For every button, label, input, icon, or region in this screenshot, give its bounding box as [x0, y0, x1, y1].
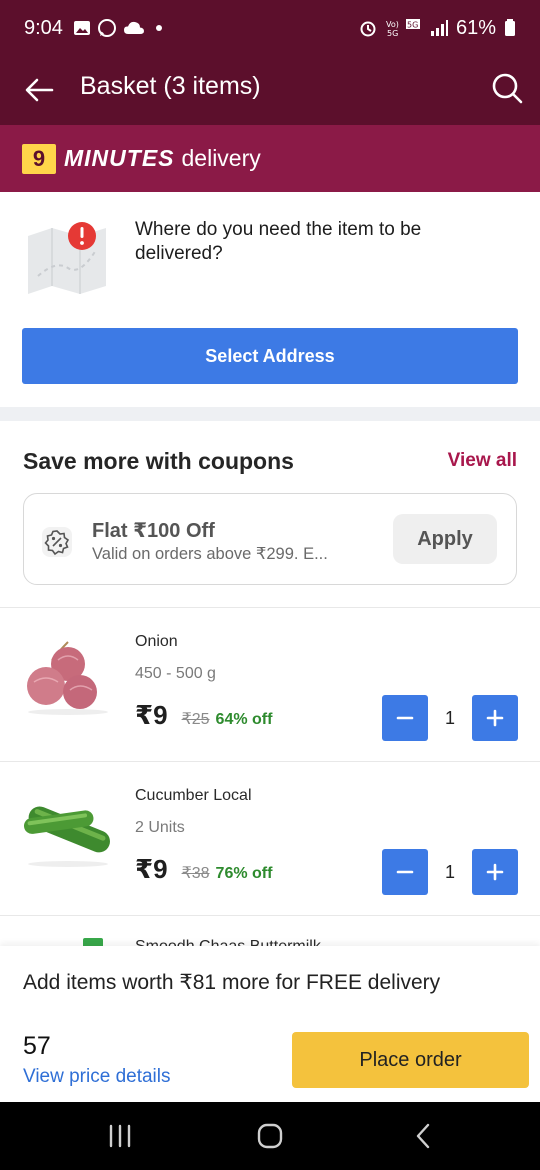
selling-price: ₹9: [135, 854, 168, 884]
svg-text:5G: 5G: [407, 21, 418, 30]
map-warning-icon: [28, 222, 106, 294]
alarm-icon: [360, 21, 376, 37]
back-arrow-icon[interactable]: [22, 73, 56, 107]
quantity-value: 1: [444, 861, 455, 882]
svg-text:Vo): Vo): [386, 20, 399, 29]
plus-icon: [486, 709, 504, 727]
decrease-quantity-button[interactable]: [382, 849, 428, 895]
gallery-icon: [73, 21, 90, 35]
buttermilk-image: [83, 938, 103, 946]
address-question: Where do you need the item to be deliver…: [135, 219, 422, 264]
minutes-badge: 9: [22, 143, 56, 174]
dot-icon: [155, 25, 162, 31]
delivery-word: delivery: [181, 145, 261, 171]
mrp-price: ₹38: [181, 865, 210, 882]
discount-label: 64% off: [215, 711, 273, 728]
coupon-subtitle: Valid on orders above ₹299. E...: [92, 545, 328, 563]
cloud-icon: [123, 21, 144, 34]
product-size: 450 - 500 g: [135, 665, 216, 682]
mrp-price: ₹25: [181, 711, 210, 728]
quantity-value: 1: [444, 707, 455, 728]
free-delivery-note: Add items worth ₹81 more for FREE delive…: [23, 971, 441, 994]
increase-quantity-button[interactable]: [472, 695, 518, 741]
select-address-button[interactable]: Select Address: [22, 328, 518, 384]
plus-icon: [486, 863, 504, 881]
status-right: Vo) 5G 5G 61%: [358, 17, 516, 40]
checkout-panel: Add items worth ₹81 more for FREE delive…: [0, 946, 540, 1102]
recents-icon[interactable]: [106, 1122, 134, 1150]
order-total: 57: [23, 1032, 51, 1060]
home-icon[interactable]: [256, 1122, 284, 1150]
search-icon[interactable]: [490, 71, 524, 105]
price-line: ₹9 ₹25 64% off: [135, 700, 272, 731]
decrease-quantity-button[interactable]: [382, 695, 428, 741]
whatsapp-icon: [97, 19, 116, 37]
product-name: Onion: [135, 633, 178, 650]
product-name: Cucumber Local: [135, 787, 252, 804]
battery-percent: 61%: [455, 16, 496, 39]
app-bar: Basket (3 items): [0, 56, 540, 125]
minus-icon: [396, 870, 414, 874]
status-time: 9:04: [24, 16, 63, 39]
coupon-heading: Save more with coupons: [23, 448, 294, 474]
back-icon[interactable]: [410, 1122, 438, 1150]
notification-icons: [73, 18, 167, 38]
discount-badge-icon: [42, 527, 72, 557]
place-order-button[interactable]: Place order: [292, 1032, 529, 1088]
selling-price: ₹9: [135, 700, 168, 730]
onion-image: [27, 641, 108, 715]
view-price-details-link[interactable]: View price details: [23, 1066, 171, 1088]
section-separator: [0, 407, 540, 421]
apply-coupon-button[interactable]: Apply: [393, 514, 497, 564]
minus-icon: [396, 716, 414, 720]
product-name: Smoodh Chaas Buttermilk: [135, 938, 321, 946]
page-title: Basket (3 items): [80, 72, 261, 100]
basket-item: Cucumber Local 2 Units ₹9 ₹38 76% off 1: [0, 762, 540, 914]
status-bar: 9:04 Vo) 5G 5G 61%: [0, 0, 540, 56]
increase-quantity-button[interactable]: [472, 849, 518, 895]
basket-item-partial: Smoodh Chaas Buttermilk: [0, 916, 540, 946]
coupon-section: Save more with coupons View all Flat ₹10…: [0, 421, 540, 607]
svg-text:5G: 5G: [387, 29, 398, 38]
coupon-card[interactable]: Flat ₹100 Off Valid on orders above ₹299…: [23, 493, 517, 585]
view-all-coupons-link[interactable]: View all: [448, 450, 517, 472]
delivery-time-banner: 9 MINUTES delivery: [0, 125, 540, 192]
product-size: 2 Units: [135, 819, 185, 836]
address-section: Where do you need the item to be deliver…: [0, 192, 540, 407]
minutes-word: MINUTES: [64, 145, 175, 171]
battery-icon: [505, 19, 515, 36]
volte-5g-icon: Vo)5G5G: [386, 19, 420, 38]
discount-label: 76% off: [215, 865, 273, 882]
basket-item: Onion 450 - 500 g ₹9 ₹25 64% off 1: [0, 608, 540, 760]
system-nav-bar: [0, 1102, 540, 1170]
price-line: ₹9 ₹38 76% off: [135, 854, 272, 885]
coupon-title: Flat ₹100 Off: [92, 520, 215, 542]
cucumber-image: [23, 806, 110, 867]
signal-icon: [430, 20, 448, 36]
